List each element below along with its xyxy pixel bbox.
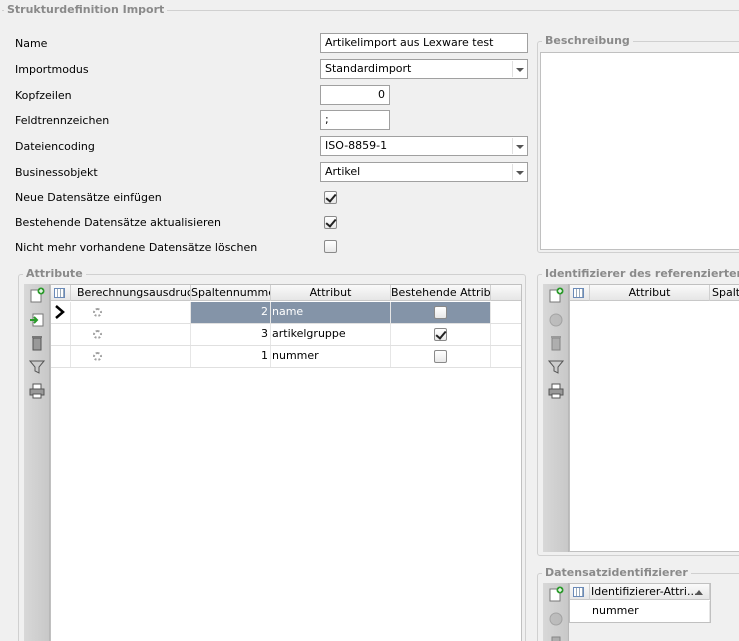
column-chooser[interactable] — [570, 285, 590, 301]
filter-icon[interactable] — [548, 359, 564, 375]
dateiencoding-label: Dateiencoding — [15, 140, 95, 153]
col-header-berechnungsausdruck[interactable]: Berechnungsausdruck — [71, 285, 191, 301]
col-header-spalte[interactable]: Spalte — [710, 285, 739, 301]
importmodus-select[interactable]: Standardimport — [320, 59, 528, 79]
berechnung-cell[interactable] — [71, 324, 191, 345]
importmodus-value: Standardimport — [325, 62, 412, 75]
attribute-toolbar — [24, 284, 50, 641]
bestehende-checkbox[interactable] — [434, 306, 447, 319]
identifizierer-grid: Attribut Spalte — [569, 284, 739, 552]
column-chooser[interactable] — [51, 285, 71, 301]
chevron-down-icon[interactable] — [512, 138, 526, 154]
add-row-icon[interactable] — [548, 586, 564, 602]
add-row-icon[interactable] — [548, 287, 564, 303]
spaltennummer-cell[interactable]: 3 — [191, 324, 271, 345]
importmodus-label: Importmodus — [15, 63, 89, 76]
col-header-spaltennummer[interactable]: Spaltennummer — [191, 285, 271, 301]
loeschen-label: Nicht mehr vorhandene Datensätze löschen — [15, 241, 258, 254]
columns-icon — [573, 587, 584, 597]
attribute-grid: Berechnungsausdruck Spaltennummer Attrib… — [50, 284, 522, 641]
edit-icon[interactable] — [548, 312, 564, 328]
beschreibung-textarea[interactable] — [540, 52, 739, 250]
businessobjekt-select[interactable]: Artikel — [320, 162, 528, 182]
businessobjekt-value: Artikel — [325, 165, 361, 178]
datensatzidentifizierer-grid-header: Identifizierer-Attri... — [570, 584, 710, 600]
row-indicator — [51, 324, 71, 345]
name-input[interactable]: Artikelimport aus Lexware test — [320, 33, 528, 53]
row-indicator — [570, 601, 590, 622]
attribut-cell[interactable]: nummer — [271, 346, 391, 367]
row-indicator — [51, 302, 71, 323]
bestehende-checkbox[interactable] — [434, 350, 447, 363]
feldtrennzeichen-label: Feldtrennzeichen — [15, 114, 110, 127]
name-label: Name — [15, 37, 48, 50]
spaltennummer-cell[interactable]: 1 — [191, 346, 271, 367]
bestehende-datensaetze-label: Bestehende Datensätze aktualisieren — [15, 216, 221, 229]
dateiencoding-select[interactable]: ISO-8859-1 — [320, 136, 528, 156]
col-header-attribut[interactable]: Attribut — [590, 285, 710, 301]
neue-datensaetze-label: Neue Datensätze einfügen — [15, 191, 162, 204]
col-header-attribut[interactable]: Attribut — [271, 285, 391, 301]
berechnung-cell[interactable] — [71, 302, 191, 323]
datensatzidentifizierer-toolbar — [543, 583, 569, 641]
loeschen-checkbox[interactable] — [324, 240, 337, 253]
table-row[interactable]: nummer — [570, 601, 710, 622]
kopfzeilen-input[interactable]: 0 — [320, 85, 390, 105]
col-header-identifizierer-label: Identifizierer-Attri... — [591, 585, 698, 598]
identifizierer-grid-header: Attribut Spalte — [570, 285, 739, 301]
bestehende-cell[interactable] — [391, 346, 491, 367]
chevron-down-icon[interactable] — [512, 61, 526, 77]
datensatzidentifizierer-grid: Identifizierer-Attri... nummer — [569, 583, 711, 623]
delete-icon[interactable] — [29, 335, 45, 351]
gear-icon[interactable] — [93, 308, 102, 317]
kopfzeilen-label: Kopfzeilen — [15, 89, 72, 102]
delete-icon[interactable] — [548, 335, 564, 351]
column-chooser[interactable] — [570, 584, 590, 600]
col-header-bestehende[interactable]: Bestehende Attrib... — [391, 285, 491, 301]
add-row-icon[interactable] — [29, 287, 45, 303]
sort-ascending-icon — [695, 590, 703, 595]
bestehende-checkbox[interactable] — [434, 328, 447, 341]
gear-icon[interactable] — [93, 352, 102, 361]
table-row[interactable]: 3 artikelgruppe — [51, 324, 521, 346]
table-row[interactable]: 1 nummer — [51, 346, 521, 368]
columns-icon — [573, 288, 584, 298]
identifizierer-title: Identifizierer des referenzierten Da — [542, 267, 739, 280]
main-group-title: Strukturdefinition Import — [4, 3, 168, 16]
print-icon[interactable] — [548, 383, 564, 399]
bestehende-datensaetze-checkbox[interactable] — [324, 216, 337, 229]
row-pointer-icon — [55, 305, 65, 319]
dateiencoding-value: ISO-8859-1 — [325, 139, 388, 152]
filter-icon[interactable] — [29, 359, 45, 375]
col-header-identifizierer[interactable]: Identifizierer-Attri... — [590, 584, 710, 600]
spaltennummer-cell[interactable]: 2 — [191, 302, 271, 323]
attribute-title: Attribute — [23, 267, 86, 280]
beschreibung-title: Beschreibung — [542, 34, 633, 47]
attribut-cell[interactable]: artikelgruppe — [271, 324, 391, 345]
berechnung-cell[interactable] — [71, 346, 191, 367]
attribute-grid-header: Berechnungsausdruck Spaltennummer Attrib… — [51, 285, 521, 301]
neue-datensaetze-checkbox[interactable] — [324, 191, 337, 204]
bestehende-cell[interactable] — [391, 324, 491, 345]
attribut-cell[interactable]: name — [271, 302, 391, 323]
delete-icon[interactable] — [548, 634, 564, 641]
columns-icon — [54, 288, 65, 298]
import-row-icon[interactable] — [29, 312, 45, 328]
print-icon[interactable] — [29, 383, 45, 399]
gear-icon[interactable] — [93, 330, 102, 339]
row-indicator — [51, 346, 71, 367]
edit-icon[interactable] — [548, 611, 564, 627]
datensatzidentifizierer-title: Datensatzidentifizierer — [542, 566, 691, 579]
table-row[interactable]: 2 name — [51, 302, 521, 324]
businessobjekt-label: Businessobjekt — [15, 166, 98, 179]
identifizierer-toolbar — [543, 284, 569, 552]
feldtrennzeichen-input[interactable]: ; — [320, 110, 390, 130]
chevron-down-icon[interactable] — [512, 164, 526, 180]
identifizierer-cell[interactable]: nummer — [590, 601, 710, 622]
bestehende-cell[interactable] — [391, 302, 491, 323]
